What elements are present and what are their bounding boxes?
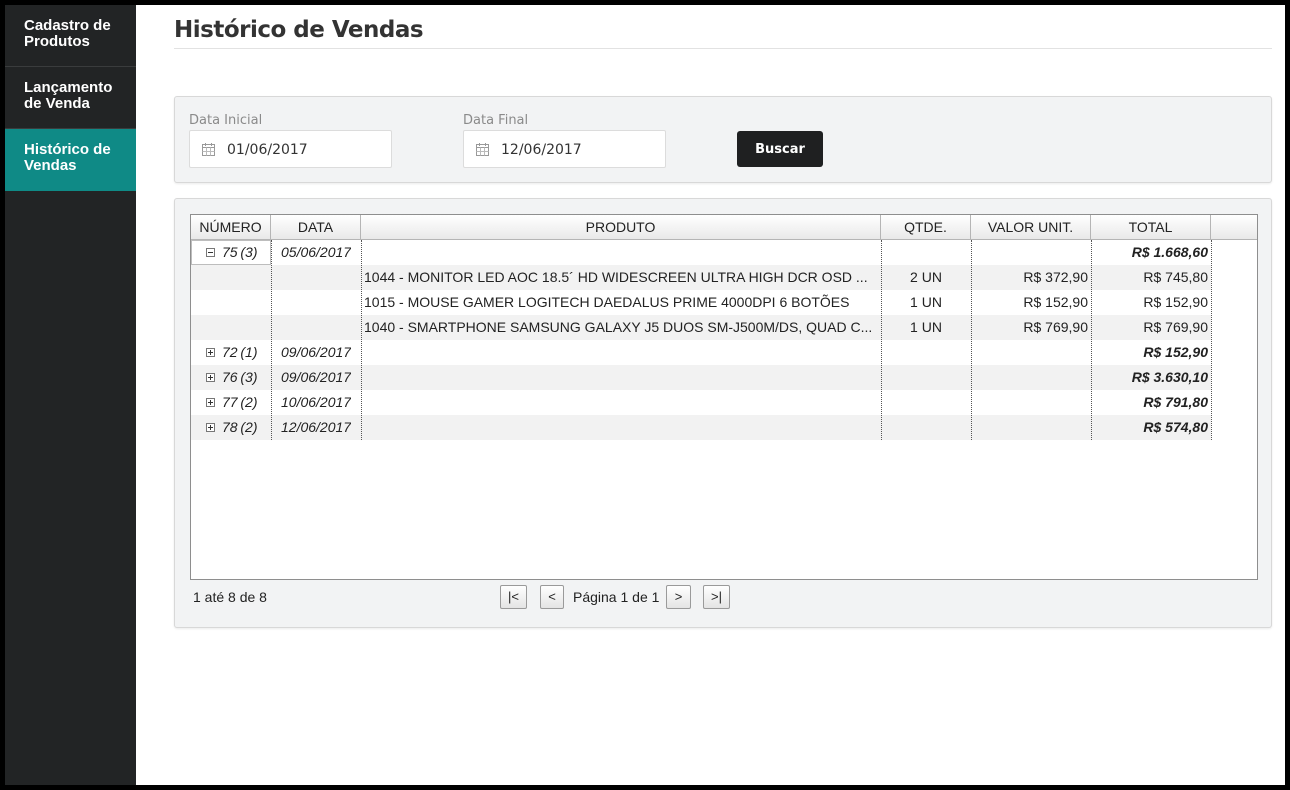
product-total: R$ 745,80 — [1143, 269, 1208, 285]
table-row-group[interactable]: 76 (3) 09/06/2017 R$ 3.630,10 — [191, 365, 1211, 390]
end-date-label: Data Final — [463, 113, 529, 128]
order-number: 76 (3) — [222, 369, 258, 385]
grid-panel: NÚMERO DATA PRODUTO QTDE. VALOR UNIT. TO… — [174, 198, 1272, 628]
column-divider — [361, 240, 362, 440]
product-qty: 1 UN — [910, 294, 942, 310]
order-total: R$ 152,90 — [1143, 344, 1208, 360]
column-divider — [881, 240, 882, 440]
product-name: 1040 - SMARTPHONE SAMSUNG GALAXY J5 DUOS… — [364, 319, 873, 335]
expand-icon[interactable] — [206, 398, 215, 407]
column-divider — [1211, 240, 1212, 440]
sidebar-item-cadastro-produtos[interactable]: Cadastro de Produtos — [5, 5, 136, 67]
expand-icon[interactable] — [206, 423, 215, 432]
sidebar-item-label: Histórico de — [24, 141, 111, 158]
product-unit-price: R$ 769,90 — [1023, 319, 1088, 335]
order-total: R$ 574,80 — [1143, 419, 1208, 435]
product-qty: 2 UN — [910, 269, 942, 285]
order-number: 78 (2) — [222, 419, 258, 435]
product-name: 1044 - MONITOR LED AOC 18.5´ HD WIDESCRE… — [364, 269, 868, 285]
next-page-button[interactable]: > — [666, 585, 691, 609]
title-divider — [174, 48, 1272, 49]
order-date: 09/06/2017 — [281, 369, 352, 385]
order-total: R$ 1.668,60 — [1131, 244, 1208, 260]
column-header-qtde[interactable]: QTDE. — [881, 215, 971, 240]
sidebar-item-label: Produtos — [24, 33, 90, 50]
filter-panel: Data Inicial 01/06/2017 Data Final 12/06… — [174, 96, 1272, 183]
table-row-group[interactable]: 75 (3) 05/06/2017 R$ 1.668,60 — [191, 240, 1211, 265]
calendar-icon — [476, 143, 489, 156]
column-header-numero[interactable]: NÚMERO — [191, 215, 271, 240]
order-number: 72 (1) — [222, 344, 258, 360]
product-total: R$ 152,90 — [1143, 294, 1208, 310]
column-header-valor-unit[interactable]: VALOR UNIT. — [971, 215, 1091, 240]
end-date-field[interactable]: 12/06/2017 — [463, 130, 666, 168]
product-name: 1015 - MOUSE GAMER LOGITECH DAEDALUS PRI… — [364, 294, 850, 310]
first-page-button[interactable]: |< — [500, 585, 527, 609]
order-date: 05/06/2017 — [281, 244, 352, 260]
main-content: Histórico de Vendas Data Inicial 01/06/2… — [136, 5, 1285, 785]
sidebar-item-lancamento-venda[interactable]: Lançamento de Venda — [5, 67, 136, 129]
sidebar: Cadastro de Produtos Lançamento de Venda… — [5, 5, 136, 785]
expand-icon[interactable] — [206, 373, 215, 382]
last-page-button[interactable]: >| — [703, 585, 730, 609]
order-number: 75 (3) — [222, 244, 258, 260]
pager-info: 1 até 8 de 8 — [193, 589, 267, 605]
product-unit-price: R$ 152,90 — [1023, 294, 1088, 310]
table-row-item[interactable]: 1044 - MONITOR LED AOC 18.5´ HD WIDESCRE… — [191, 265, 1211, 290]
end-date-value: 12/06/2017 — [501, 142, 582, 158]
order-total: R$ 3.630,10 — [1131, 369, 1208, 385]
table-row-group[interactable]: 77 (2) 10/06/2017 R$ 791,80 — [191, 390, 1211, 415]
table-header: NÚMERO DATA PRODUTO QTDE. VALOR UNIT. TO… — [191, 215, 1257, 240]
start-date-field[interactable]: 01/06/2017 — [189, 130, 392, 168]
order-number: 77 (2) — [222, 394, 258, 410]
start-date-label: Data Inicial — [189, 113, 263, 128]
search-button[interactable]: Buscar — [737, 131, 823, 167]
prev-page-button[interactable]: < — [540, 585, 564, 609]
column-divider — [271, 240, 272, 440]
start-date-value: 01/06/2017 — [227, 142, 308, 158]
expand-icon[interactable] — [206, 348, 215, 357]
column-header-produto[interactable]: PRODUTO — [361, 215, 881, 240]
sidebar-item-historico-vendas[interactable]: Histórico de Vendas — [5, 129, 136, 191]
column-header-total[interactable]: TOTAL — [1091, 215, 1211, 240]
order-date: 09/06/2017 — [281, 344, 352, 360]
sidebar-item-label: de Venda — [24, 95, 90, 112]
column-divider — [1091, 240, 1092, 440]
calendar-icon — [202, 143, 215, 156]
table-row-item[interactable]: 1040 - SMARTPHONE SAMSUNG GALAXY J5 DUOS… — [191, 315, 1211, 340]
page-label: Página 1 de 1 — [573, 589, 660, 605]
sidebar-item-label: Lançamento — [24, 79, 113, 96]
order-total: R$ 791,80 — [1143, 394, 1208, 410]
order-date: 10/06/2017 — [281, 394, 352, 410]
table-row-group[interactable]: 72 (1) 09/06/2017 R$ 152,90 — [191, 340, 1211, 365]
collapse-icon[interactable] — [206, 248, 215, 257]
order-date: 12/06/2017 — [281, 419, 352, 435]
table-row-group[interactable]: 78 (2) 12/06/2017 R$ 574,80 — [191, 415, 1211, 440]
sidebar-item-label: Vendas — [24, 157, 77, 174]
product-unit-price: R$ 372,90 — [1023, 269, 1088, 285]
column-header-data[interactable]: DATA — [271, 215, 361, 240]
page-title: Histórico de Vendas — [174, 17, 424, 43]
product-total: R$ 769,90 — [1143, 319, 1208, 335]
product-qty: 1 UN — [910, 319, 942, 335]
column-divider — [971, 240, 972, 440]
sidebar-item-label: Cadastro de — [24, 17, 111, 34]
table-row-item[interactable]: 1015 - MOUSE GAMER LOGITECH DAEDALUS PRI… — [191, 290, 1211, 315]
sales-table: NÚMERO DATA PRODUTO QTDE. VALOR UNIT. TO… — [190, 214, 1258, 580]
